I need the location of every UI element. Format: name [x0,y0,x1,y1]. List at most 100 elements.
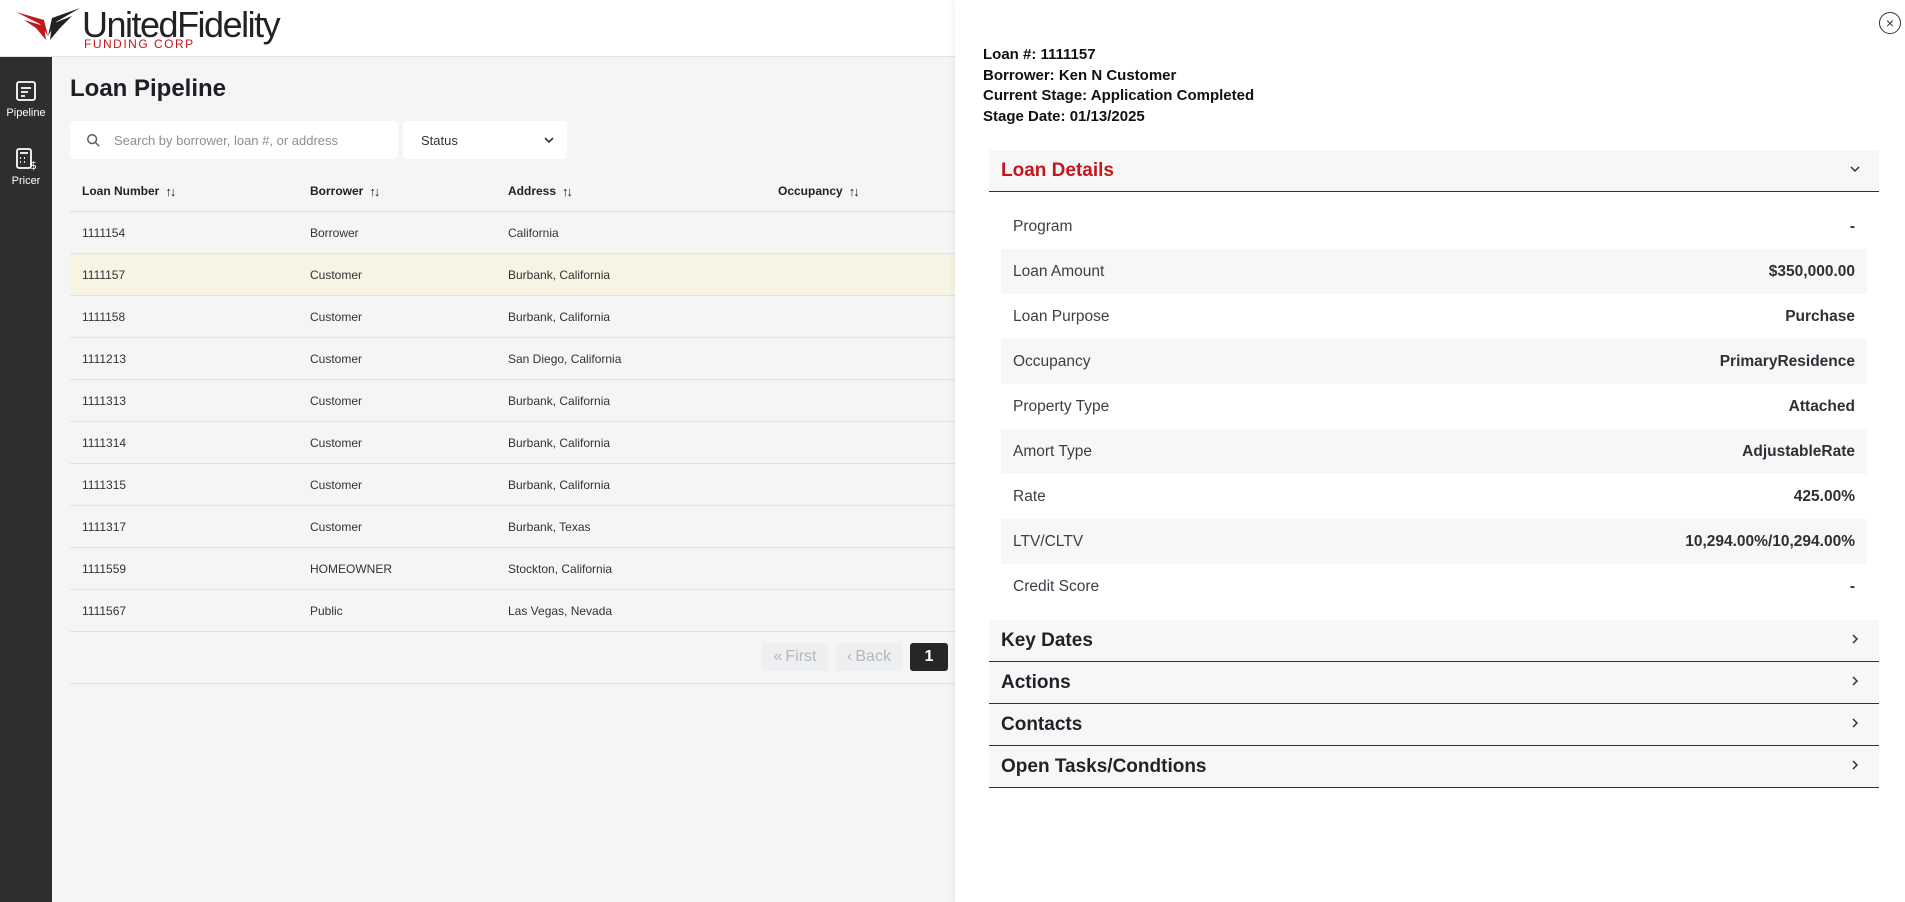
detail-row-loan-amount: Loan Amount $350,000.00 [1001,249,1867,294]
search-box[interactable] [70,121,398,159]
cell-address: San Diego, California [508,352,622,366]
cell-loan-number: 1111559 [82,562,127,576]
chevron-right-icon [1849,716,1861,732]
loan-number-text: Loan #: 1111157 [983,46,1096,63]
cell-address: Burbank, California [508,436,611,450]
accordion-loan-details[interactable]: Loan Details [989,150,1879,192]
double-chevron-left-icon: « [773,648,783,665]
loan-summary: Loan #: 1111157 Borrower: Ken N Customer… [983,45,1254,127]
loan-table: Loan Number ↑↓ Borrower ↑↓ Address ↑↓ Occup… [70,171,955,632]
cell-borrower: Customer [310,310,363,324]
current-stage-text: Current Stage: Application Completed [983,87,1255,104]
accordion-actions[interactable]: Actions [989,662,1879,704]
wings-logo-icon [16,8,80,40]
cell-address: Las Vegas, Nevada [508,604,613,618]
table-row[interactable]: 1111317 Customer Burbank, Texas [70,506,955,548]
cell-borrower: Customer [310,352,363,366]
detail-row-credit-score: Credit Score - [1013,577,1855,595]
cell-borrower: Borrower [310,226,359,240]
cell-loan-number: 1111315 [82,478,127,492]
cell-loan-number: 1111158 [82,310,126,324]
search-icon [87,134,100,147]
sidebar-item-label: Pricer [11,175,41,187]
cell-loan-number: 1111157 [82,268,126,282]
accordion-contacts[interactable]: Contacts [989,704,1879,746]
sidebar-item-label: Pipeline [6,107,46,119]
cell-address: Burbank, Texas [508,520,591,534]
table-row-selected[interactable]: 1111157 Customer Burbank, California [70,254,955,296]
cell-loan-number: 1111213 [82,352,127,366]
chevron-down-icon [1849,162,1861,178]
cell-borrower: Customer [310,436,363,450]
cell-loan-number: 1111314 [82,436,127,450]
cell-loan-number: 1111567 [82,604,127,618]
cell-borrower: Public [310,604,343,618]
column-header-address[interactable]: Address ↑↓ [508,183,573,199]
cell-borrower: Customer [310,478,363,492]
main-content: Loan Pipeline Status Loan Number↑↓ Borro… [52,57,955,902]
status-filter-label: Status [421,132,458,148]
cell-address: Burbank, California [508,478,611,492]
detail-row-rate: Rate 425.00% [1013,487,1855,505]
status-filter-select[interactable]: Status [403,121,567,159]
pager-page-1[interactable]: 1 [910,643,948,671]
sidebar: Pipeline $ Pricer [0,57,52,902]
table-row[interactable]: 1111154 Borrower California [70,212,955,254]
sort-icon: ↑↓ [848,183,860,199]
borrower-text: Borrower: Ken N Customer [983,66,1177,84]
pager-back-button[interactable]: ‹ Back [836,643,902,671]
calculator-icon: $ [16,148,37,171]
cell-address: California [508,226,559,240]
cell-address: Burbank, California [508,268,611,282]
cell-borrower: Customer [310,394,363,408]
table-row[interactable]: 1111315 Customer Burbank, California [70,464,955,506]
stage-date-text: Stage Date: 01/13/2025 [983,107,1145,125]
chevron-left-icon: ‹ [847,648,853,665]
brand-subtitle: FUNDING CORP [84,37,195,51]
cell-address: Burbank, California [508,394,611,408]
chevron-right-icon [1849,674,1861,690]
search-input[interactable] [114,132,384,148]
accordion-title: Key Dates [1001,630,1093,651]
table-row[interactable]: 1111314 Customer Burbank, California [70,422,955,464]
page-title: Loan Pipeline [70,75,227,102]
column-header-loan-number[interactable]: Loan Number ↑↓ [82,183,176,199]
detail-row-amort-type: Amort Type AdjustableRate [1001,429,1867,474]
detail-row-occupancy: Occupancy PrimaryResidence [1001,339,1867,384]
cell-loan-number: 1111317 [82,520,127,534]
cell-address: Burbank, California [508,310,611,324]
sidebar-item-pipeline[interactable]: Pipeline [0,79,52,135]
detail-row-property-type: Property Type Attached [1013,397,1855,415]
svg-text:$: $ [30,159,37,171]
detail-row-ltv-cltv: LTV/CLTV 10,294.00%/10,294.00% [1001,519,1867,564]
cell-borrower: Customer [310,268,363,282]
sidebar-item-pricer[interactable]: $ Pricer [0,147,52,203]
column-header-borrower[interactable]: Borrower ↑↓ [310,183,380,199]
loan-detail-panel: × Loan #: 1111157 Borrower: Ken N Custom… [955,0,1905,902]
close-panel-button[interactable]: × [1879,12,1901,34]
accordion-title: Open Tasks/Condtions [1001,756,1207,777]
table-header: Loan Number ↑↓ Borrower ↑↓ Address ↑↓ Occup… [70,171,955,212]
sort-icon: ↑↓ [562,183,573,199]
pipeline-icon [16,81,36,101]
chevron-down-icon [544,137,554,144]
sort-icon: ↑↓ [165,183,176,199]
sort-icon: ↑↓ [369,183,380,199]
accordion-key-dates[interactable]: Key Dates [989,620,1879,662]
cell-borrower: Customer [310,520,363,534]
accordion-title: Loan Details [1001,160,1114,181]
table-row[interactable]: 1111158 Customer Burbank, California [70,296,955,338]
brand-logo[interactable]: UnitedFidelity FUNDING CORP [14,6,281,52]
table-row[interactable]: 1111213 Customer San Diego, California [70,338,955,380]
table-row[interactable]: 1111567 Public Las Vegas, Nevada [70,590,955,632]
close-icon: × [1885,15,1895,31]
column-header-occupancy[interactable]: Occupancy ↑↓ [778,183,860,199]
cell-loan-number: 1111313 [82,394,127,408]
cell-loan-number: 1111154 [82,226,126,240]
accordion-title: Actions [1001,672,1071,693]
pager-first-button[interactable]: « First [762,643,828,671]
accordion-open-tasks[interactable]: Open Tasks/Condtions [989,746,1879,788]
cell-address: Stockton, California [508,562,613,576]
table-row[interactable]: 1111559 HOMEOWNER Stockton, California [70,548,955,590]
table-row[interactable]: 1111313 Customer Burbank, California [70,380,955,422]
